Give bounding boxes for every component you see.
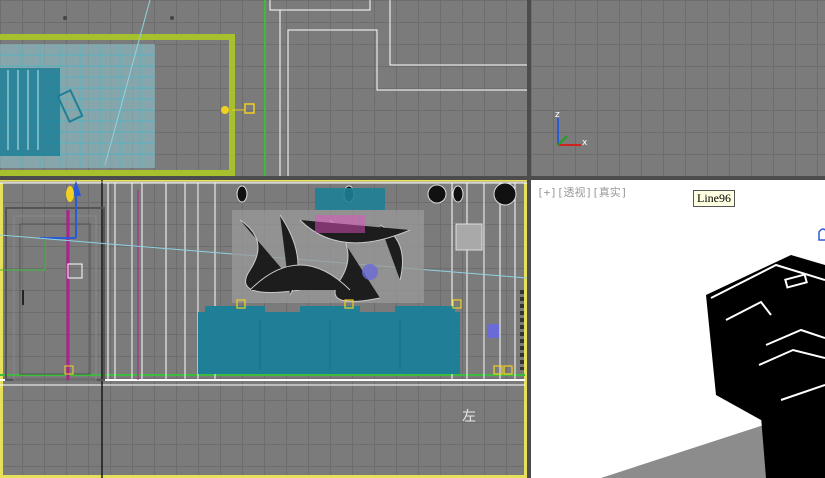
axis-z-label: z <box>555 110 560 120</box>
sofa-front <box>198 312 460 374</box>
viewport-front[interactable]: 左 <box>0 180 527 478</box>
sofa-top <box>0 68 60 156</box>
door <box>5 207 105 381</box>
wall-label-text: 左 <box>462 409 476 425</box>
camera-icon <box>818 228 825 241</box>
top-view-wireframe <box>0 0 527 178</box>
viewport-perspective[interactable]: [+][透视][真实] Line96 <box>531 180 825 478</box>
perspective-geometry <box>601 228 825 478</box>
viewport-top-right[interactable]: z x <box>531 0 825 176</box>
object-tooltip: Line96 <box>693 190 735 207</box>
front-view-wireframe <box>0 180 527 478</box>
axis-x-label: x <box>582 138 588 148</box>
viewport-top[interactable] <box>0 0 527 178</box>
axis-tripod <box>557 118 581 146</box>
